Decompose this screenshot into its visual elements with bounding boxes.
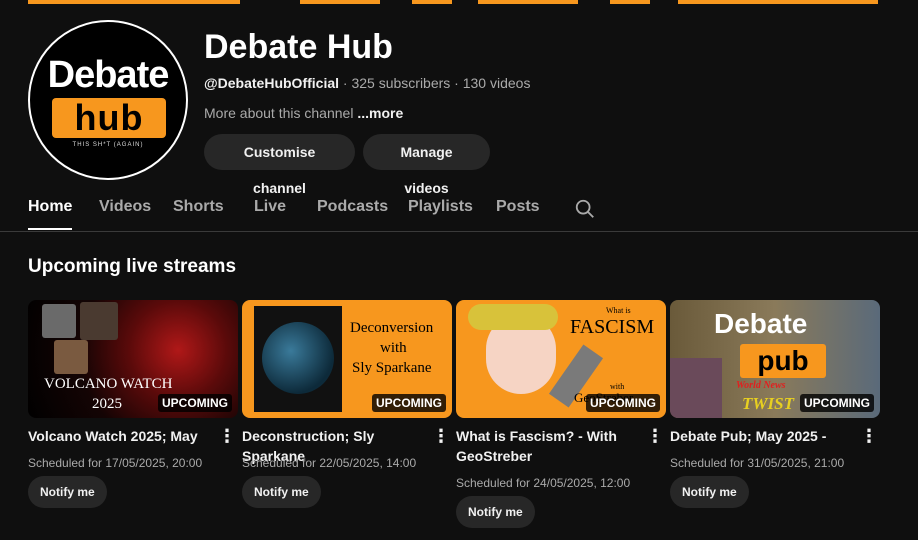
video-title[interactable]: Debate Pub; May 2025 - xyxy=(670,426,856,446)
video-thumbnail[interactable]: Debate pub World News TWIST UPCOMING xyxy=(670,300,880,418)
manage-videos-button[interactable]: Manage videos xyxy=(363,134,490,196)
video-count: · 130 videos xyxy=(450,75,531,91)
earth-art xyxy=(262,322,334,394)
thumb-text: TWIST xyxy=(742,394,794,413)
upcoming-badge: UPCOMING xyxy=(800,394,874,412)
thumb-text: What is xyxy=(606,306,631,315)
video-card: VOLCANO WATCH 2025 UPCOMING Volcano Watc… xyxy=(28,300,238,508)
avatar-logo-text: Debate xyxy=(47,54,170,96)
customise-channel-button[interactable]: Customise channel xyxy=(204,134,355,196)
video-thumbnail[interactable]: VOLCANO WATCH 2025 UPCOMING xyxy=(28,300,238,418)
thumb-text: FASCISM xyxy=(570,316,655,338)
tabs-divider xyxy=(0,231,918,232)
video-card: Debate pub World News TWIST UPCOMING Deb… xyxy=(670,300,880,508)
more-options-icon[interactable]: ⋮ xyxy=(218,426,236,446)
scheduled-time: Scheduled for 22/05/2025, 14:00 xyxy=(242,456,417,470)
tab-videos[interactable]: Videos xyxy=(99,190,151,230)
cartoon-hair xyxy=(468,304,558,330)
participant-photo xyxy=(54,340,88,374)
tab-playlists[interactable]: Playlists xyxy=(408,190,473,230)
thumb-text: Debate xyxy=(714,308,808,339)
channel-avatar[interactable]: Debate hub THIS SH*T (AGAIN) xyxy=(28,20,188,180)
notify-me-button[interactable]: Notify me xyxy=(670,476,749,508)
upcoming-badge: UPCOMING xyxy=(158,394,232,412)
avatar-logo-tagline: THIS SH*T (AGAIN) xyxy=(72,142,144,148)
tab-posts[interactable]: Posts xyxy=(496,190,540,230)
video-title[interactable]: Volcano Watch 2025; May xyxy=(28,426,214,446)
channel-meta: @DebateHubOfficial · 325 subscribers · 1… xyxy=(204,75,530,91)
notify-me-button[interactable]: Notify me xyxy=(456,496,535,528)
more-options-icon[interactable]: ⋮ xyxy=(860,426,878,446)
video-title[interactable]: What is Fascism? - With GeoStreber xyxy=(456,426,642,466)
tab-shorts[interactable]: Shorts xyxy=(173,190,224,230)
tab-home[interactable]: Home xyxy=(28,190,73,230)
thumb-text: 2025 xyxy=(92,396,122,412)
tab-live[interactable]: Live xyxy=(254,190,286,230)
avatar-logo-hub: hub xyxy=(52,98,166,138)
more-options-icon[interactable]: ⋮ xyxy=(432,426,450,446)
thumb-text: Sly Sparkane xyxy=(352,360,432,376)
video-thumbnail[interactable]: Deconversion with Sly Sparkane UPCOMING xyxy=(242,300,452,418)
about-more-link[interactable]: ...more xyxy=(357,105,403,121)
active-tab-underline xyxy=(28,228,73,230)
thumb-text: Deconversion xyxy=(350,320,434,336)
section-title: Upcoming live streams xyxy=(28,256,237,277)
tab-podcasts[interactable]: Podcasts xyxy=(317,190,388,230)
thumb-text: World News xyxy=(736,380,786,391)
thumb-text: VOLCANO WATCH xyxy=(44,376,173,392)
upcoming-badge: UPCOMING xyxy=(586,394,660,412)
scheduled-time: Scheduled for 17/05/2025, 20:00 xyxy=(28,456,203,470)
video-card: Deconversion with Sly Sparkane UPCOMING … xyxy=(242,300,452,508)
about-text: More about this channel xyxy=(204,105,358,121)
subscriber-count: · 325 subscribers xyxy=(339,75,451,91)
channel-tabs: Home Videos Shorts Live Podcasts Playlis… xyxy=(28,190,918,232)
channel-name: Debate Hub xyxy=(204,28,393,66)
scheduled-time: Scheduled for 31/05/2025, 21:00 xyxy=(670,456,845,470)
search-icon[interactable] xyxy=(574,198,596,220)
more-options-icon[interactable]: ⋮ xyxy=(646,426,664,446)
upcoming-badge: UPCOMING xyxy=(372,394,446,412)
channel-handle: @DebateHubOfficial xyxy=(204,75,340,91)
thumb-text: with xyxy=(380,340,407,356)
participant-photo xyxy=(80,302,118,340)
channel-about[interactable]: More about this channel ...more xyxy=(204,105,403,121)
participant-photo xyxy=(42,304,76,338)
video-card: What is FASCISM with GeoStreber UPCOMING… xyxy=(456,300,666,528)
tab-label: Home xyxy=(28,198,73,215)
thumb-text: pub xyxy=(740,344,826,378)
participant-photo xyxy=(670,358,722,418)
scheduled-time: Scheduled for 24/05/2025, 12:00 xyxy=(456,476,631,490)
notify-me-button[interactable]: Notify me xyxy=(28,476,107,508)
banner-strip xyxy=(0,0,918,5)
video-thumbnail[interactable]: What is FASCISM with GeoStreber UPCOMING xyxy=(456,300,666,418)
notify-me-button[interactable]: Notify me xyxy=(242,476,321,508)
